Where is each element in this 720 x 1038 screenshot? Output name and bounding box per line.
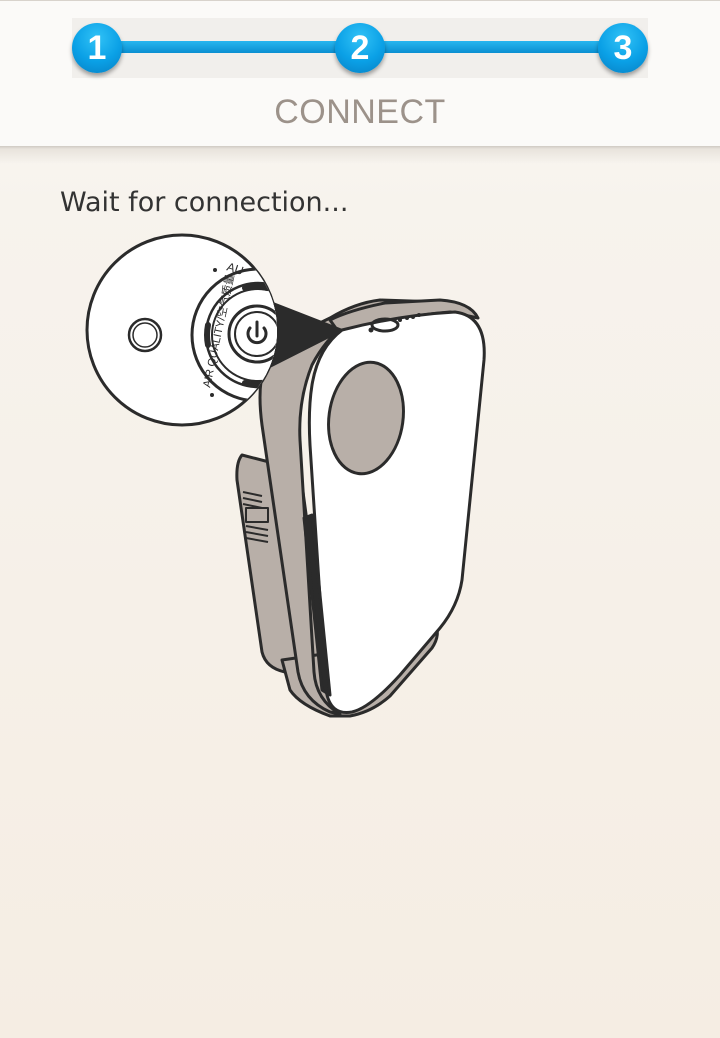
step-1-indicator: 1	[72, 23, 122, 73]
page-title: CONNECT	[274, 93, 446, 131]
step-2-indicator: 2	[335, 23, 385, 73]
step-3-indicator: 3	[598, 23, 648, 73]
header-divider	[0, 146, 720, 164]
air-purifier-illustration: AU AIR QUALITY/空气质量	[85, 233, 486, 718]
header: 1 2 3 CONNECT	[0, 0, 720, 146]
purifier-body	[258, 298, 486, 716]
connection-status-text: Wait for connection...	[60, 187, 349, 218]
indicator-light-icon	[127, 317, 163, 353]
